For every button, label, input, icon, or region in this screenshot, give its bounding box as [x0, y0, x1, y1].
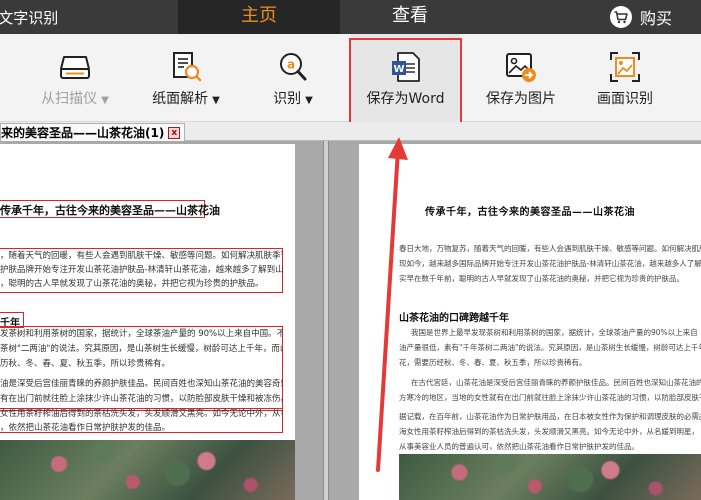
recognized-title: 传承千年，古往今来的美容圣品——山茶花油: [425, 207, 635, 218]
recognized-page: 传承千年，古往今来的美容圣品——山茶花油 春日大地，万物复苏，随着天气的回暖，有…: [359, 144, 701, 500]
save-as-image-button[interactable]: 保存为图片: [471, 34, 571, 122]
paper-parse-button[interactable]: 纸面解析 ▼: [136, 34, 236, 122]
recognized-line: 现如今，越来越多国际品牌开始专注开发山茶花油护肤品-林清轩山茶花油，越来越多人了…: [399, 259, 701, 268]
source-line: 有在出门前就往脸上涂抹少许山茶花油的习惯，以防脸部皮肤干燥和被冻伤。: [0, 394, 283, 404]
cart-icon: [610, 6, 632, 28]
source-line: 女性用茶籽榨油后得到的茶枯洗头发，头发顺滑又黑亮。如今无论中外，从名媛到明星，: [0, 409, 283, 419]
paper-parse-label: 纸面解析 ▼: [152, 91, 220, 107]
image-save-icon: [504, 50, 538, 84]
tab-view[interactable]: 查看: [340, 0, 480, 34]
document-tab[interactable]: 来的美容圣品——山茶花油(1) x: [0, 123, 186, 141]
recognize-button[interactable]: a 识别 ▼: [248, 34, 338, 122]
svg-text:W: W: [393, 64, 404, 75]
title-bar: X文字识别 主页 查看 购买: [0, 0, 701, 34]
recognized-subheading: 山茶花油的口碑跨越千年: [399, 313, 509, 324]
camellia-photo: [0, 440, 295, 500]
source-line: 护肤品牌开始专注开发山茶花油护肤品-林清轩山茶花油，越来越多了解到山茶花油的: [0, 265, 283, 275]
close-icon[interactable]: x: [168, 126, 181, 139]
from-scanner-button[interactable]: 从扫描仪 ▼: [25, 34, 125, 122]
app-window: X文字识别 主页 查看 购买 从扫描仪▼: [0, 0, 701, 500]
buy-label: 购买: [640, 9, 673, 28]
ribbon-toolbar: 从扫描仪 ▼ 纸面解析 ▼ a 识别 ▼ W 保存为Word 保存为图片 画面识…: [0, 34, 701, 122]
source-line: 发茶树和利用茶树的国家，据统计，全球茶油产量的 90%以上来自中国。不过山茶花: [0, 329, 283, 339]
recognized-line: 据记载，在百年前，山茶花油作为日常护肤用品，在日本被女性作为保护和调理皮肤的必需…: [399, 412, 701, 421]
recognize-icon: a: [276, 50, 310, 84]
source-line: ，依然把山茶花油看作日常护肤护发的佳品。: [0, 423, 171, 433]
recognized-line: 方寒冷的地区，当地的女性就有在出门前就往脸上涂抹少许山茶花油的习惯，以防脸部皮肤…: [399, 393, 701, 402]
screen-recognize-button[interactable]: 画面识别: [580, 34, 670, 122]
source-page: 传承千年，古往今来的美容圣品——山茶花油 ，随着天气的回暖，有些人会遇到肌肤干燥…: [0, 144, 295, 500]
recognized-line: 油产量很低，素有"千年茶树二两油"的说法。究其原因，是山茶树生长缓慢，树龄可达上…: [399, 343, 701, 352]
source-line: 历秋、冬、春、夏、秋五季，所以珍贵稀有。: [0, 359, 171, 369]
svg-text:a: a: [287, 58, 295, 72]
buy-button[interactable]: 购买: [610, 6, 672, 28]
document-viewer: 传承千年，古往今来的美容圣品——山茶花油 ，随着天气的回暖，有些人会遇到肌肤干燥…: [0, 137, 701, 500]
from-scanner-label: 从扫描仪 ▼: [41, 91, 109, 107]
recognized-line: 实早在数千年前，聪明的古人早就发现了山茶花油的奥秘，并把它视为珍贵的护肤品。: [399, 274, 684, 283]
recognized-line: 春日大地，万物复苏，随着天气的回暖，有些人会遇到肌肤干燥、敏感等问题。如何解决肌…: [399, 244, 701, 253]
recognized-line: 花，需要历经秋、冬、春、夏、秋五季，所以珍贵稀有。: [399, 358, 587, 367]
source-heading: 传承千年，古往今来的美容圣品——山茶花油: [0, 204, 220, 217]
document-tab-title: 来的美容圣品——山茶花油(1): [1, 125, 165, 140]
recognized-line: 从事美容业人员的普遍认可，依然把山茶花油看作日常护肤护发的佳品。: [399, 442, 639, 451]
source-line: 茶树"二两油"的说法。究其原因，是山茶树生长缓慢，树龄可达上千年，而山茶果从开: [0, 344, 283, 354]
recognized-line: 在古代宫廷，山茶花油是深受后宫佳丽青睐的养颜护肤佳品。民间百姓也深知山茶花油的美…: [411, 378, 701, 387]
recognized-line: 海女性用茶籽榨油后得到的茶枯洗头发，头发顺滑又黑亮。如今无论中外，从名媛到明星，: [399, 427, 699, 436]
word-icon: W: [389, 50, 423, 84]
camellia-photo: [399, 454, 701, 500]
scanner-icon: [58, 50, 92, 84]
save-as-word-label: 保存为Word: [366, 91, 445, 107]
app-title: X文字识别: [0, 9, 59, 27]
document-search-icon: [169, 50, 203, 84]
source-line: ，聪明的古人早就发现了山茶花油的奥秘，并把它视为珍贵的护肤品。: [0, 279, 264, 289]
recognized-line: 我国是世界上最早发现茶树和利用茶树的国家，据统计，全球茶油产量的90%以上来自: [411, 328, 698, 337]
document-tab-strip: 来的美容圣品——山茶花油(1) x: [0, 122, 701, 141]
source-line: 油是深受后宫佳丽青睐的养颜护肤佳品。民间百姓也深知山茶花油的美容奇效。在一些: [0, 379, 283, 389]
recognize-label: 识别 ▼: [273, 91, 313, 107]
save-as-word-button[interactable]: W 保存为Word: [351, 34, 460, 122]
page-splitter[interactable]: [323, 141, 329, 500]
save-as-image-label: 保存为图片: [486, 91, 556, 107]
tab-home[interactable]: 主页: [178, 0, 340, 34]
screen-capture-icon: [608, 50, 642, 84]
screen-recognize-label: 画面识别: [597, 91, 653, 107]
source-line: ，随着天气的回暖，有些人会遇到肌肤干燥、敏感等问题。如何解决肌肤季节问题呢？: [0, 251, 283, 261]
